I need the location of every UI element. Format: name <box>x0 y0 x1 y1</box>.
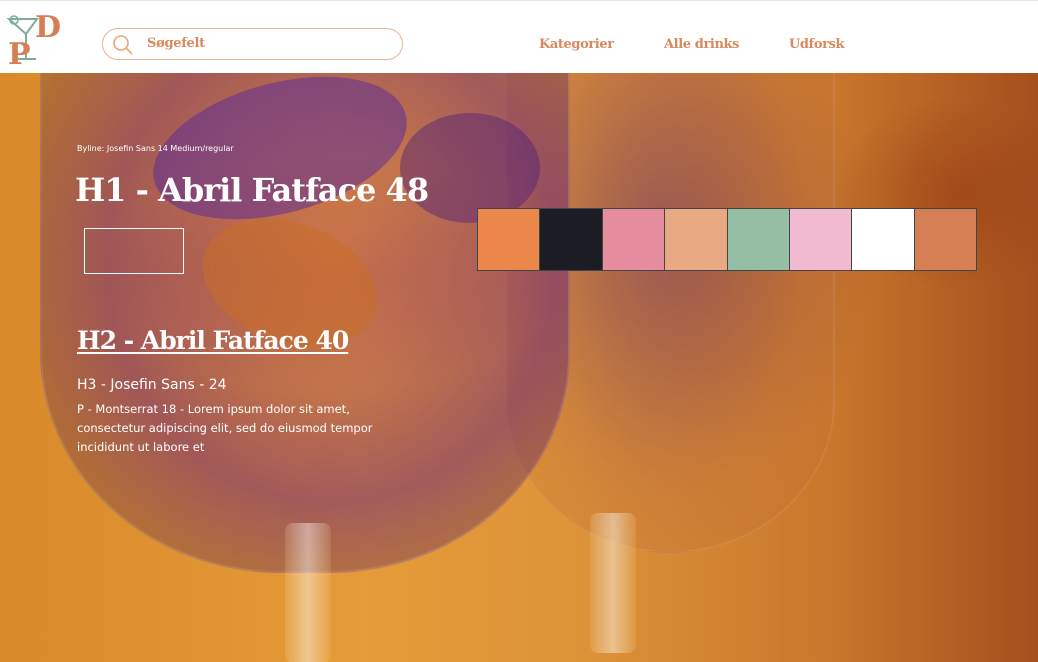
nav-link-alle-drinks[interactable]: Alle drinks <box>664 37 739 52</box>
nav-link-kategorier[interactable]: Kategorier <box>539 37 614 52</box>
h3-sample: H3 - Josefin Sans - 24 <box>77 377 227 393</box>
h2-sample-link[interactable]: H2 - Abril Fatface 40 <box>77 326 349 355</box>
logo[interactable]: P D <box>6 7 68 72</box>
color-swatch <box>540 209 603 270</box>
svg-text:P: P <box>8 37 31 67</box>
color-swatch <box>478 209 541 270</box>
color-swatch <box>789 209 853 270</box>
search-field[interactable]: Søgefelt <box>102 28 403 60</box>
outline-button[interactable] <box>84 228 184 274</box>
hero-banner: Byline: Josefin Sans 14 Medium/regular H… <box>0 73 1038 662</box>
hero-image-stem <box>590 513 636 653</box>
color-swatch <box>852 209 915 270</box>
top-header: P D Søgefelt Kategorier Alle drinks Udfo… <box>0 0 1038 73</box>
svg-text:D: D <box>35 10 61 45</box>
hero-image-stem <box>285 523 331 662</box>
byline-sample: Byline: Josefin Sans 14 Medium/regular <box>77 144 234 153</box>
search-placeholder: Søgefelt <box>147 36 205 51</box>
color-swatch <box>914 209 976 270</box>
h1-sample: H1 - Abril Fatface 48 <box>75 171 429 209</box>
paragraph-sample: P - Montserrat 18 - Lorem ipsum dolor si… <box>77 402 373 454</box>
color-swatch <box>665 209 728 270</box>
color-palette <box>477 208 977 271</box>
color-swatch <box>602 209 666 270</box>
color-swatch <box>727 209 790 270</box>
nav-link-udforsk[interactable]: Udforsk <box>789 37 844 52</box>
search-icon <box>112 34 134 56</box>
